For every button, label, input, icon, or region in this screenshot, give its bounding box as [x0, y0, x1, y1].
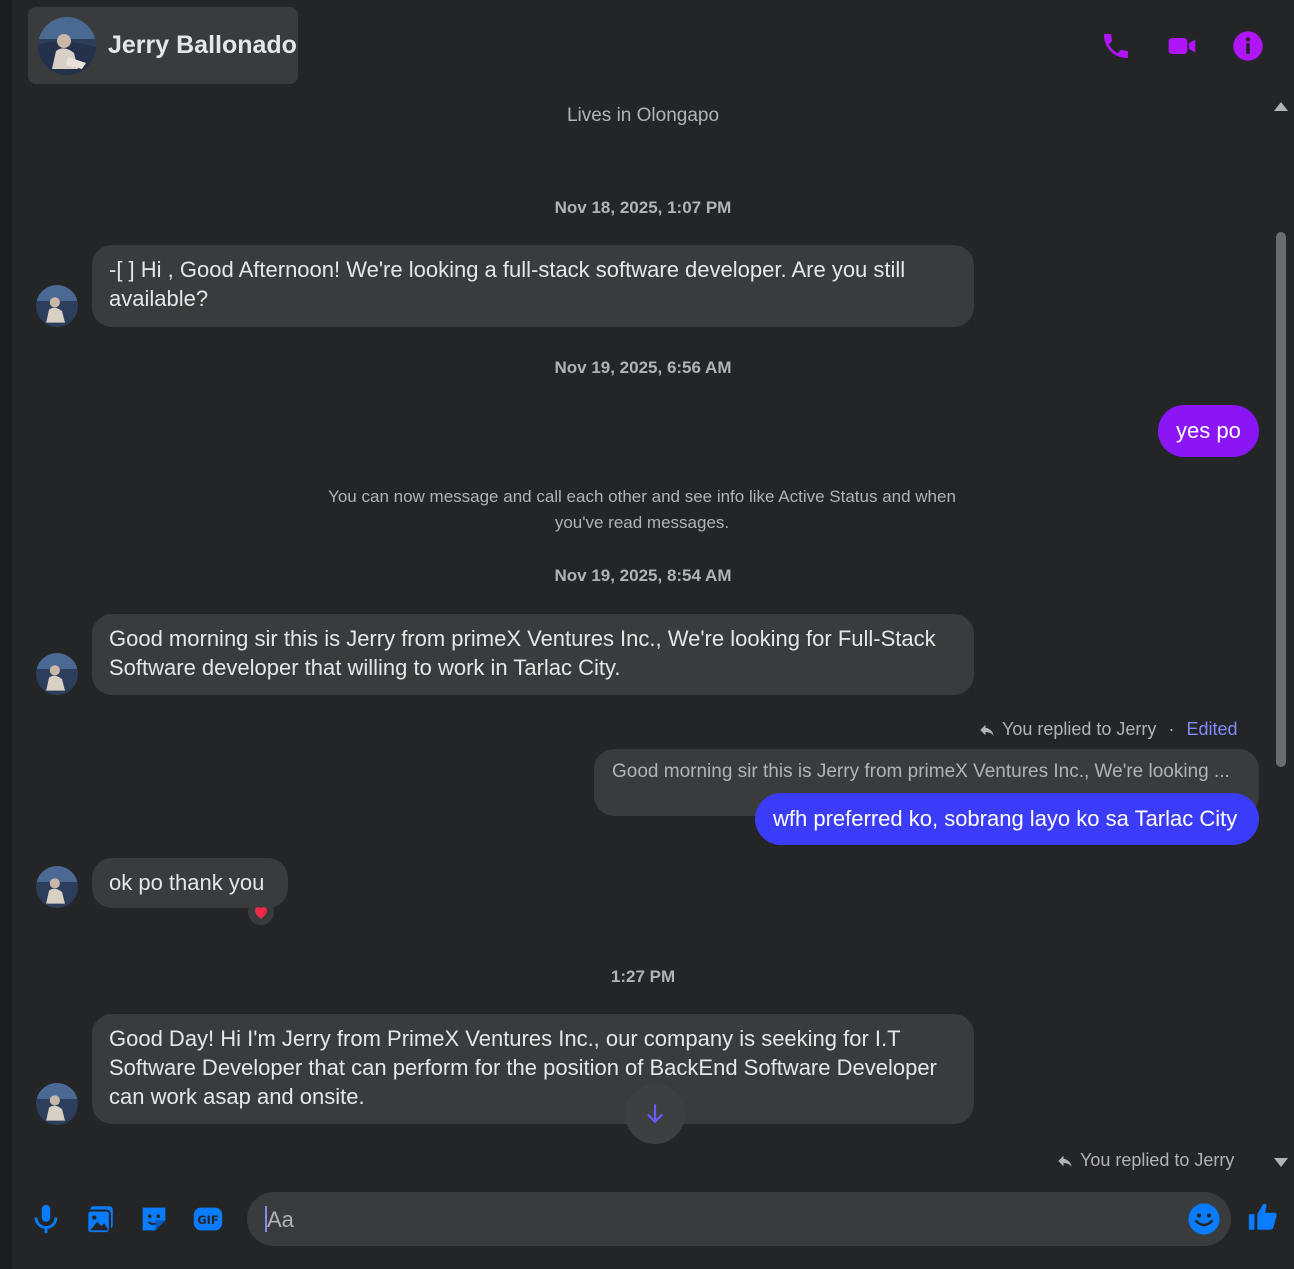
timestamp: Nov 18, 2025, 1:07 PM — [554, 198, 732, 217]
microphone-icon[interactable] — [29, 1202, 63, 1236]
sticker-icon[interactable] — [137, 1202, 171, 1236]
incoming-message[interactable]: Good Day! Hi I'm Jerry from PrimeX Ventu… — [92, 1014, 974, 1124]
avatar — [38, 16, 96, 75]
reply-label: You replied to Jerry — [1080, 1150, 1235, 1170]
timestamp: Nov 19, 2025, 8:54 AM — [554, 566, 732, 585]
chat-window: Jerry Ballonado Lives in Olongapo Nov 18… — [12, 0, 1294, 1269]
svg-text:GIF: GIF — [197, 1213, 218, 1227]
incoming-message[interactable]: Good morning sir this is Jerry from prim… — [92, 614, 974, 695]
scroll-down-arrow[interactable] — [1274, 1158, 1288, 1167]
incoming-message[interactable]: -[ ] Hi , Good Afternoon! We're looking … — [92, 245, 974, 327]
edited-label[interactable]: Edited — [1186, 719, 1237, 740]
gif-icon[interactable]: GIF — [191, 1202, 225, 1236]
video-camera-icon[interactable] — [1166, 30, 1198, 62]
separator: · — [1168, 719, 1175, 739]
contact-header-button[interactable]: Jerry Ballonado — [28, 7, 298, 84]
avatar — [36, 653, 78, 695]
scroll-thumb[interactable] — [1276, 232, 1286, 767]
info-icon[interactable] — [1232, 30, 1264, 62]
profile-location: Lives in Olongapo — [566, 105, 720, 126]
reply-label: You replied to Jerry — [1002, 719, 1157, 739]
phone-icon[interactable] — [1100, 30, 1132, 62]
heart-reaction-icon[interactable] — [248, 899, 274, 925]
arrow-down-icon — [647, 1104, 663, 1123]
avatar — [36, 1083, 78, 1125]
message-input[interactable] — [265, 1192, 1169, 1248]
timestamp: 1:27 PM — [610, 967, 676, 986]
avatar — [36, 285, 78, 327]
thumbs-up-icon[interactable] — [1246, 1200, 1280, 1234]
outgoing-message[interactable]: wfh preferred ko, sobrang layo ko sa Tar… — [755, 793, 1259, 845]
message-input-container[interactable] — [247, 1192, 1231, 1248]
outgoing-message[interactable]: yes po — [1158, 405, 1259, 457]
reply-indicator: You replied to Jerry — [1056, 1150, 1234, 1171]
scroll-to-bottom-button[interactable] — [625, 1084, 685, 1144]
system-notice: You can now message and call each other … — [328, 487, 956, 532]
avatar — [36, 866, 78, 908]
reply-icon — [1058, 1155, 1072, 1167]
contact-name: Jerry Ballonado — [108, 31, 297, 59]
window-edge — [0, 0, 12, 1269]
reply-icon — [980, 724, 994, 736]
emoji-icon[interactable] — [1187, 1202, 1221, 1236]
scrollbar[interactable] — [1270, 92, 1290, 1172]
timestamp: Nov 19, 2025, 6:56 AM — [554, 358, 732, 377]
scroll-up-arrow[interactable] — [1274, 102, 1288, 111]
image-icon[interactable] — [83, 1202, 117, 1236]
reply-indicator: You replied to Jerry · Edited — [978, 719, 1237, 740]
